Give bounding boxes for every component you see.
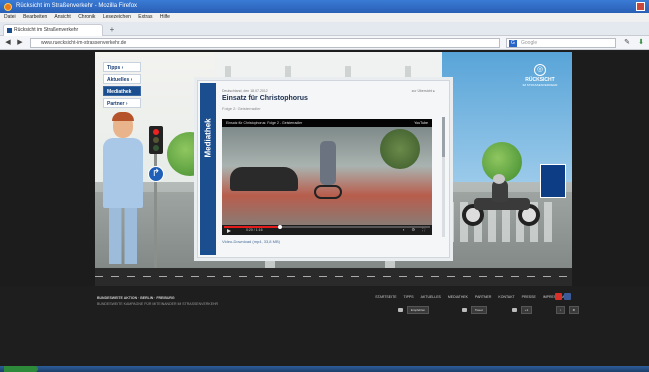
presenter-figure: [101, 112, 145, 264]
tab-label: Rücksicht im Straßenverkehr: [14, 27, 79, 33]
window-title: Rücksicht im Straßenverkehr - Mozilla Fi…: [16, 3, 138, 9]
motorcyclist-figure: [462, 174, 542, 228]
video-settings-icons[interactable]: ▪ ⚙ ⛶: [403, 227, 428, 232]
url-bar[interactable]: www.ruecksicht-im-strassenverkehr.de: [30, 38, 500, 48]
billboard-section-label: Mediathek: [200, 83, 216, 255]
googleplus-share-icon: [512, 308, 517, 313]
footer-link-aktuelles[interactable]: AKTUELLES: [421, 295, 441, 299]
video-download-link[interactable]: Video-Download (mp4, 33,8 MB): [222, 239, 280, 244]
url-text: www.ruecksicht-im-strassenverkehr.de: [41, 40, 127, 46]
back-arrow-icon[interactable]: ◀: [3, 38, 13, 48]
footer-link-startseite[interactable]: STARTSEITE: [375, 295, 396, 299]
share-twitter: Tweet: [462, 306, 487, 314]
car-in-video: [230, 167, 298, 191]
lane-marking: [95, 276, 572, 277]
footer-link-mediathek[interactable]: MEDIATHEK: [448, 295, 468, 299]
video-frame[interactable]: [222, 127, 432, 225]
footer-link-kontakt[interactable]: KONTAKT: [498, 295, 514, 299]
nav-aktuelles[interactable]: Aktuelles ›: [103, 74, 141, 84]
street-ground-strip: [95, 268, 572, 286]
footer-link-tipps[interactable]: TIPPS: [404, 295, 414, 299]
os-taskbar: [0, 366, 649, 372]
window-titlebar: Rücksicht im Straßenverkehr - Mozilla Fi…: [0, 0, 649, 13]
play-icon[interactable]: [227, 229, 231, 233]
billboard-scrollbar[interactable]: [442, 117, 445, 237]
menu-item-hilfe[interactable]: Hilfe: [160, 14, 170, 20]
video-embed-title[interactable]: Einsatz für Christophorus: Folge 2 - Gei…: [226, 121, 302, 125]
youtube-video-player[interactable]: Einsatz für Christophorus: Folge 2 - Gei…: [222, 119, 432, 235]
plus-one-button[interactable]: +1: [520, 306, 533, 314]
firefox-icon: [4, 3, 12, 11]
navigation-bar: ◀ ▶ www.ruecksicht-im-strassenverkehr.de…: [0, 36, 649, 50]
footer-links: STARTSEITE TIPPS AKTUELLES MEDIATHEK PAR…: [369, 295, 564, 299]
share-facebook: Empfehlen: [398, 306, 430, 314]
facebook-like-button[interactable]: Empfehlen: [406, 306, 430, 314]
share-extra: i ⚙: [553, 306, 580, 314]
site-logo[interactable]: ◎ RÜCKSICHT IM STRASSENVERKEHR: [518, 64, 562, 90]
facebook-share-icon: [398, 308, 403, 313]
menu-item-datei[interactable]: Datei: [4, 14, 16, 20]
menu-item-ansicht[interactable]: Ansicht: [54, 14, 70, 20]
youtube-logo-icon[interactable]: YouTube: [414, 119, 428, 127]
youtube-icon[interactable]: [555, 293, 562, 300]
footer-link-partner[interactable]: PARTNER: [475, 295, 491, 299]
tweet-button[interactable]: Tweet: [470, 306, 487, 314]
video-controls: 0:20 / 1:16 ▪ ⚙ ⛶: [222, 225, 432, 235]
chevron-right-icon: ▸: [433, 89, 435, 93]
billboard-lamp: [225, 66, 231, 80]
google-icon: G: [509, 40, 517, 47]
nav-tipps[interactable]: Tipps ›: [103, 62, 141, 72]
footer-link-presse[interactable]: PRESSE: [522, 295, 536, 299]
search-box[interactable]: G Google: [506, 38, 616, 48]
logo-emblem-icon: ◎: [534, 64, 546, 76]
new-tab-button[interactable]: +: [107, 25, 117, 35]
chevron-right-icon: ›: [130, 77, 133, 83]
tab-bar: Rücksicht im Straßenverkehr +: [0, 22, 649, 36]
nav-mediathek[interactable]: Mediathek: [103, 86, 141, 96]
tools-icon[interactable]: ✎: [622, 38, 632, 48]
info-icon[interactable]: i: [556, 306, 565, 314]
site-footer: BUNDESWEITE AKTION · BERLIN · FREIBURG B…: [0, 286, 649, 372]
menu-item-bearbeiten[interactable]: Bearbeiten: [23, 14, 47, 20]
close-window-button[interactable]: [636, 2, 645, 11]
traffic-light-icon: [149, 126, 163, 154]
video-scrubber-handle[interactable]: [277, 225, 282, 229]
billboard-lamp: [345, 66, 351, 80]
chevron-right-icon: ›: [125, 101, 128, 107]
video-time: 0:20 / 1:16: [246, 228, 263, 232]
chevron-right-icon: ›: [121, 65, 124, 71]
forward-arrow-icon[interactable]: ▶: [15, 38, 25, 48]
menu-item-chronik[interactable]: Chronik: [78, 14, 95, 20]
share-googleplus: +1: [512, 306, 533, 314]
mediathek-billboard: Mediathek Deutschland, den 18.07.2012 zu…: [197, 80, 450, 258]
bus-stop-poster: [540, 164, 566, 198]
addon-icon[interactable]: ⬇: [636, 38, 646, 48]
billboard-lamp: [285, 66, 291, 80]
billboard-lamp: [405, 66, 411, 80]
twitter-share-icon: [462, 308, 467, 313]
scrollbar-thumb[interactable]: [442, 117, 445, 157]
article-date: Deutschland, den 18.07.2012: [222, 89, 268, 93]
start-button[interactable]: [4, 366, 38, 372]
street-scene: ↱ Tipps › Aktuelles › Mediathek Partner …: [95, 52, 572, 268]
cyclist-in-video: [320, 141, 336, 185]
settings-icon[interactable]: ⚙: [568, 306, 580, 314]
footer-org-info: BUNDESWEITE AKTION · BERLIN · FREIBURG B…: [97, 296, 219, 306]
turn-right-sign-icon: ↱: [148, 166, 164, 182]
menu-bar: Datei Bearbeiten Ansicht Chronik Lesezei…: [0, 13, 649, 22]
site-favicon-icon: [7, 28, 12, 33]
video-title: Einsatz für Christophorus: [222, 95, 308, 102]
nav-partner[interactable]: Partner ›: [103, 98, 141, 108]
facebook-icon[interactable]: [564, 293, 571, 300]
search-placeholder: Google: [521, 40, 538, 46]
video-subtitle: Folge 2: Geisterradler: [222, 106, 261, 111]
tab-active[interactable]: Rücksicht im Straßenverkehr: [3, 24, 103, 36]
back-to-overview-link[interactable]: zur Übersicht ▸: [412, 89, 435, 93]
video-topbar: Einsatz für Christophorus: Folge 2 - Gei…: [222, 119, 432, 127]
menu-item-lesezeichen[interactable]: Lesezeichen: [103, 14, 131, 20]
menu-item-extras[interactable]: Extras: [138, 14, 152, 20]
